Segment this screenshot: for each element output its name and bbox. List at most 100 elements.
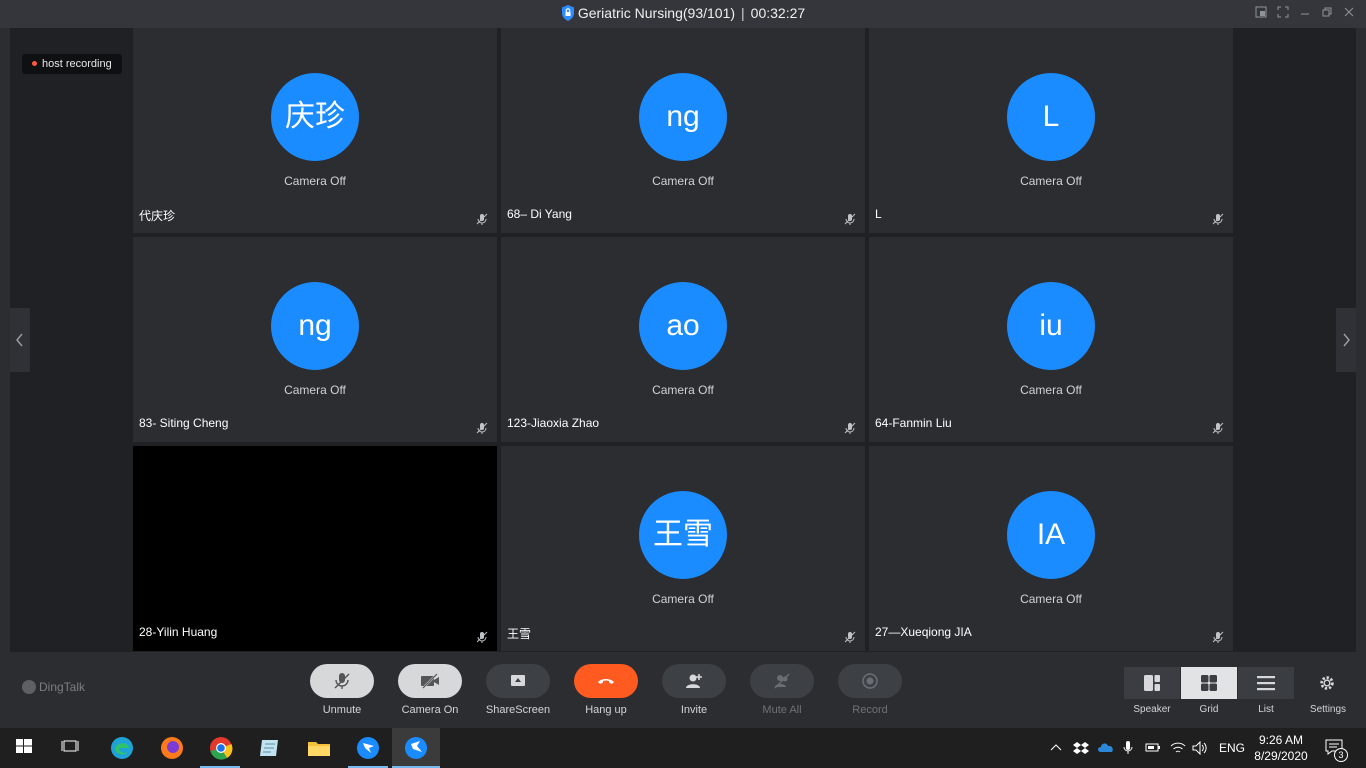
meeting-toolbar: DingTalk Unmute Camera On ShareScreen Ha… (0, 652, 1366, 728)
participant-tile[interactable]: ng Camera Off 83- Siting Cheng (133, 237, 497, 442)
grid-view-button[interactable] (1181, 667, 1237, 699)
firefox-browser-icon[interactable] (158, 734, 186, 762)
meeting-timer: 00:32:27 (750, 5, 806, 21)
camera-status: Camera Off (1020, 174, 1082, 188)
edge-browser-icon[interactable] (108, 734, 136, 762)
unmute-button[interactable] (310, 664, 374, 698)
screen-share-icon (511, 675, 525, 686)
participant-name: 68– Di Yang (507, 207, 572, 221)
share-screen-button[interactable] (486, 664, 550, 698)
hang-up-button[interactable] (574, 664, 638, 698)
notes-app-icon[interactable] (256, 734, 284, 762)
participant-tile[interactable]: iu Camera Off 64-Fanmin Liu (869, 237, 1233, 442)
participant-name: 王雪 (507, 627, 532, 641)
meeting-title: Geriatric Nursing(93/101) | 00:32:27 (0, 5, 1366, 21)
recording-dot-icon (32, 61, 37, 66)
volume-icon[interactable] (1192, 740, 1208, 758)
mic-off-icon (334, 673, 350, 689)
battery-icon[interactable] (1145, 741, 1161, 756)
unmute-label: Unmute (322, 704, 362, 716)
close-icon[interactable] (1342, 6, 1356, 20)
chevron-right-icon (1343, 333, 1350, 347)
system-clock[interactable]: 9:26 AM 8/29/2020 (1250, 732, 1312, 764)
mute-all-label: Mute All (762, 704, 802, 716)
participant-tile[interactable]: 王雪 Camera Off 王雪 (501, 446, 865, 651)
record-icon (862, 673, 878, 689)
dingtalk-app-icon[interactable] (354, 734, 382, 762)
participant-tile[interactable]: IA Camera Off 27—Xueqiong JIA (869, 446, 1233, 651)
record-label: Record (852, 704, 888, 716)
speaker-view-button[interactable] (1124, 667, 1180, 699)
speaker-layout-icon (1144, 675, 1160, 691)
grid-layout-icon (1201, 675, 1217, 691)
speaker-view-label: Speaker (1133, 704, 1171, 715)
camera-status: Camera Off (652, 174, 714, 188)
mic-muted-icon (1212, 631, 1224, 643)
clock-time: 9:26 AM (1258, 733, 1304, 747)
grid-view-label: Grid (1199, 704, 1219, 715)
participant-name: 123-Jiaoxia Zhao (507, 416, 600, 430)
avatar: L (1007, 73, 1095, 161)
camera-status: Camera Off (1020, 383, 1082, 397)
hang-up-label: Hang up (585, 704, 627, 716)
fullscreen-icon[interactable] (1276, 6, 1290, 20)
avatar: ng (271, 282, 359, 370)
microphone-icon[interactable] (1123, 741, 1133, 758)
prev-page-button[interactable] (10, 308, 30, 372)
input-language[interactable]: ENG (1219, 741, 1245, 755)
participant-grid: 庆珍 Camera Off 代庆珍 ng Camera Off 68– Di Y… (133, 28, 1233, 651)
os-taskbar: ENG 9:26 AM 8/29/2020 3 (0, 728, 1366, 768)
participant-name: 28-Yilin Huang (139, 625, 218, 639)
avatar: 庆珍 (271, 73, 359, 161)
participant-name: 83- Siting Cheng (139, 416, 229, 430)
participant-tile[interactable]: ng Camera Off 68– Di Yang (501, 28, 865, 233)
file-explorer-icon[interactable] (305, 734, 333, 762)
participant-tile[interactable]: ao Camera Off 123-Jiaoxia Zhao (501, 237, 865, 442)
meeting-name: Geriatric Nursing(93/101) (577, 5, 736, 21)
participant-tile[interactable]: L Camera Off L (869, 28, 1233, 233)
record-button[interactable] (838, 664, 902, 698)
participant-name: 27—Xueqiong JIA (875, 625, 972, 639)
settings-button[interactable] (1318, 674, 1338, 694)
mic-muted-icon (476, 422, 488, 434)
phone-hangup-icon (598, 679, 614, 684)
mic-muted-icon (844, 213, 856, 225)
mic-muted-icon (476, 213, 488, 225)
windows-start-icon[interactable] (12, 734, 40, 762)
camera-off-icon (421, 672, 439, 690)
notification-count-badge: 3 (1334, 748, 1348, 762)
camera-on-label: Camera On (401, 704, 459, 716)
minimize-icon[interactable] (1298, 6, 1312, 20)
avatar: ao (639, 282, 727, 370)
share-screen-label: ShareScreen (485, 704, 551, 716)
mute-all-button[interactable] (750, 664, 814, 698)
title-bar: Geriatric Nursing(93/101) | 00:32:27 (0, 0, 1366, 28)
tray-chevron-up-icon[interactable] (1050, 741, 1062, 755)
chrome-browser-icon[interactable] (207, 734, 235, 762)
list-view-button[interactable] (1238, 667, 1294, 699)
add-user-icon (686, 674, 702, 688)
avatar: iu (1007, 282, 1095, 370)
camera-status: Camera Off (652, 383, 714, 397)
dropbox-icon[interactable] (1073, 741, 1089, 758)
restore-icon[interactable] (1320, 6, 1334, 20)
participant-video-tile[interactable]: 28-Yilin Huang (133, 446, 497, 651)
dingtalk-meeting-icon[interactable] (402, 734, 430, 762)
camera-status: Camera Off (652, 592, 714, 606)
avatar: IA (1007, 491, 1095, 579)
participant-tile[interactable]: 庆珍 Camera Off 代庆珍 (133, 28, 497, 233)
camera-on-button[interactable] (398, 664, 462, 698)
camera-status: Camera Off (284, 174, 346, 188)
onedrive-icon[interactable] (1097, 741, 1115, 756)
dingtalk-logo-icon (22, 680, 36, 694)
mic-muted-icon (1212, 213, 1224, 225)
recording-label: host recording (42, 58, 112, 70)
invite-button[interactable] (662, 664, 726, 698)
gear-icon (1320, 676, 1334, 690)
chevron-left-icon (16, 333, 23, 347)
wifi-icon[interactable] (1170, 741, 1186, 758)
next-page-button[interactable] (1336, 308, 1356, 372)
avatar: 王雪 (639, 491, 727, 579)
task-view-icon[interactable] (58, 734, 86, 762)
float-window-icon[interactable] (1254, 6, 1268, 20)
